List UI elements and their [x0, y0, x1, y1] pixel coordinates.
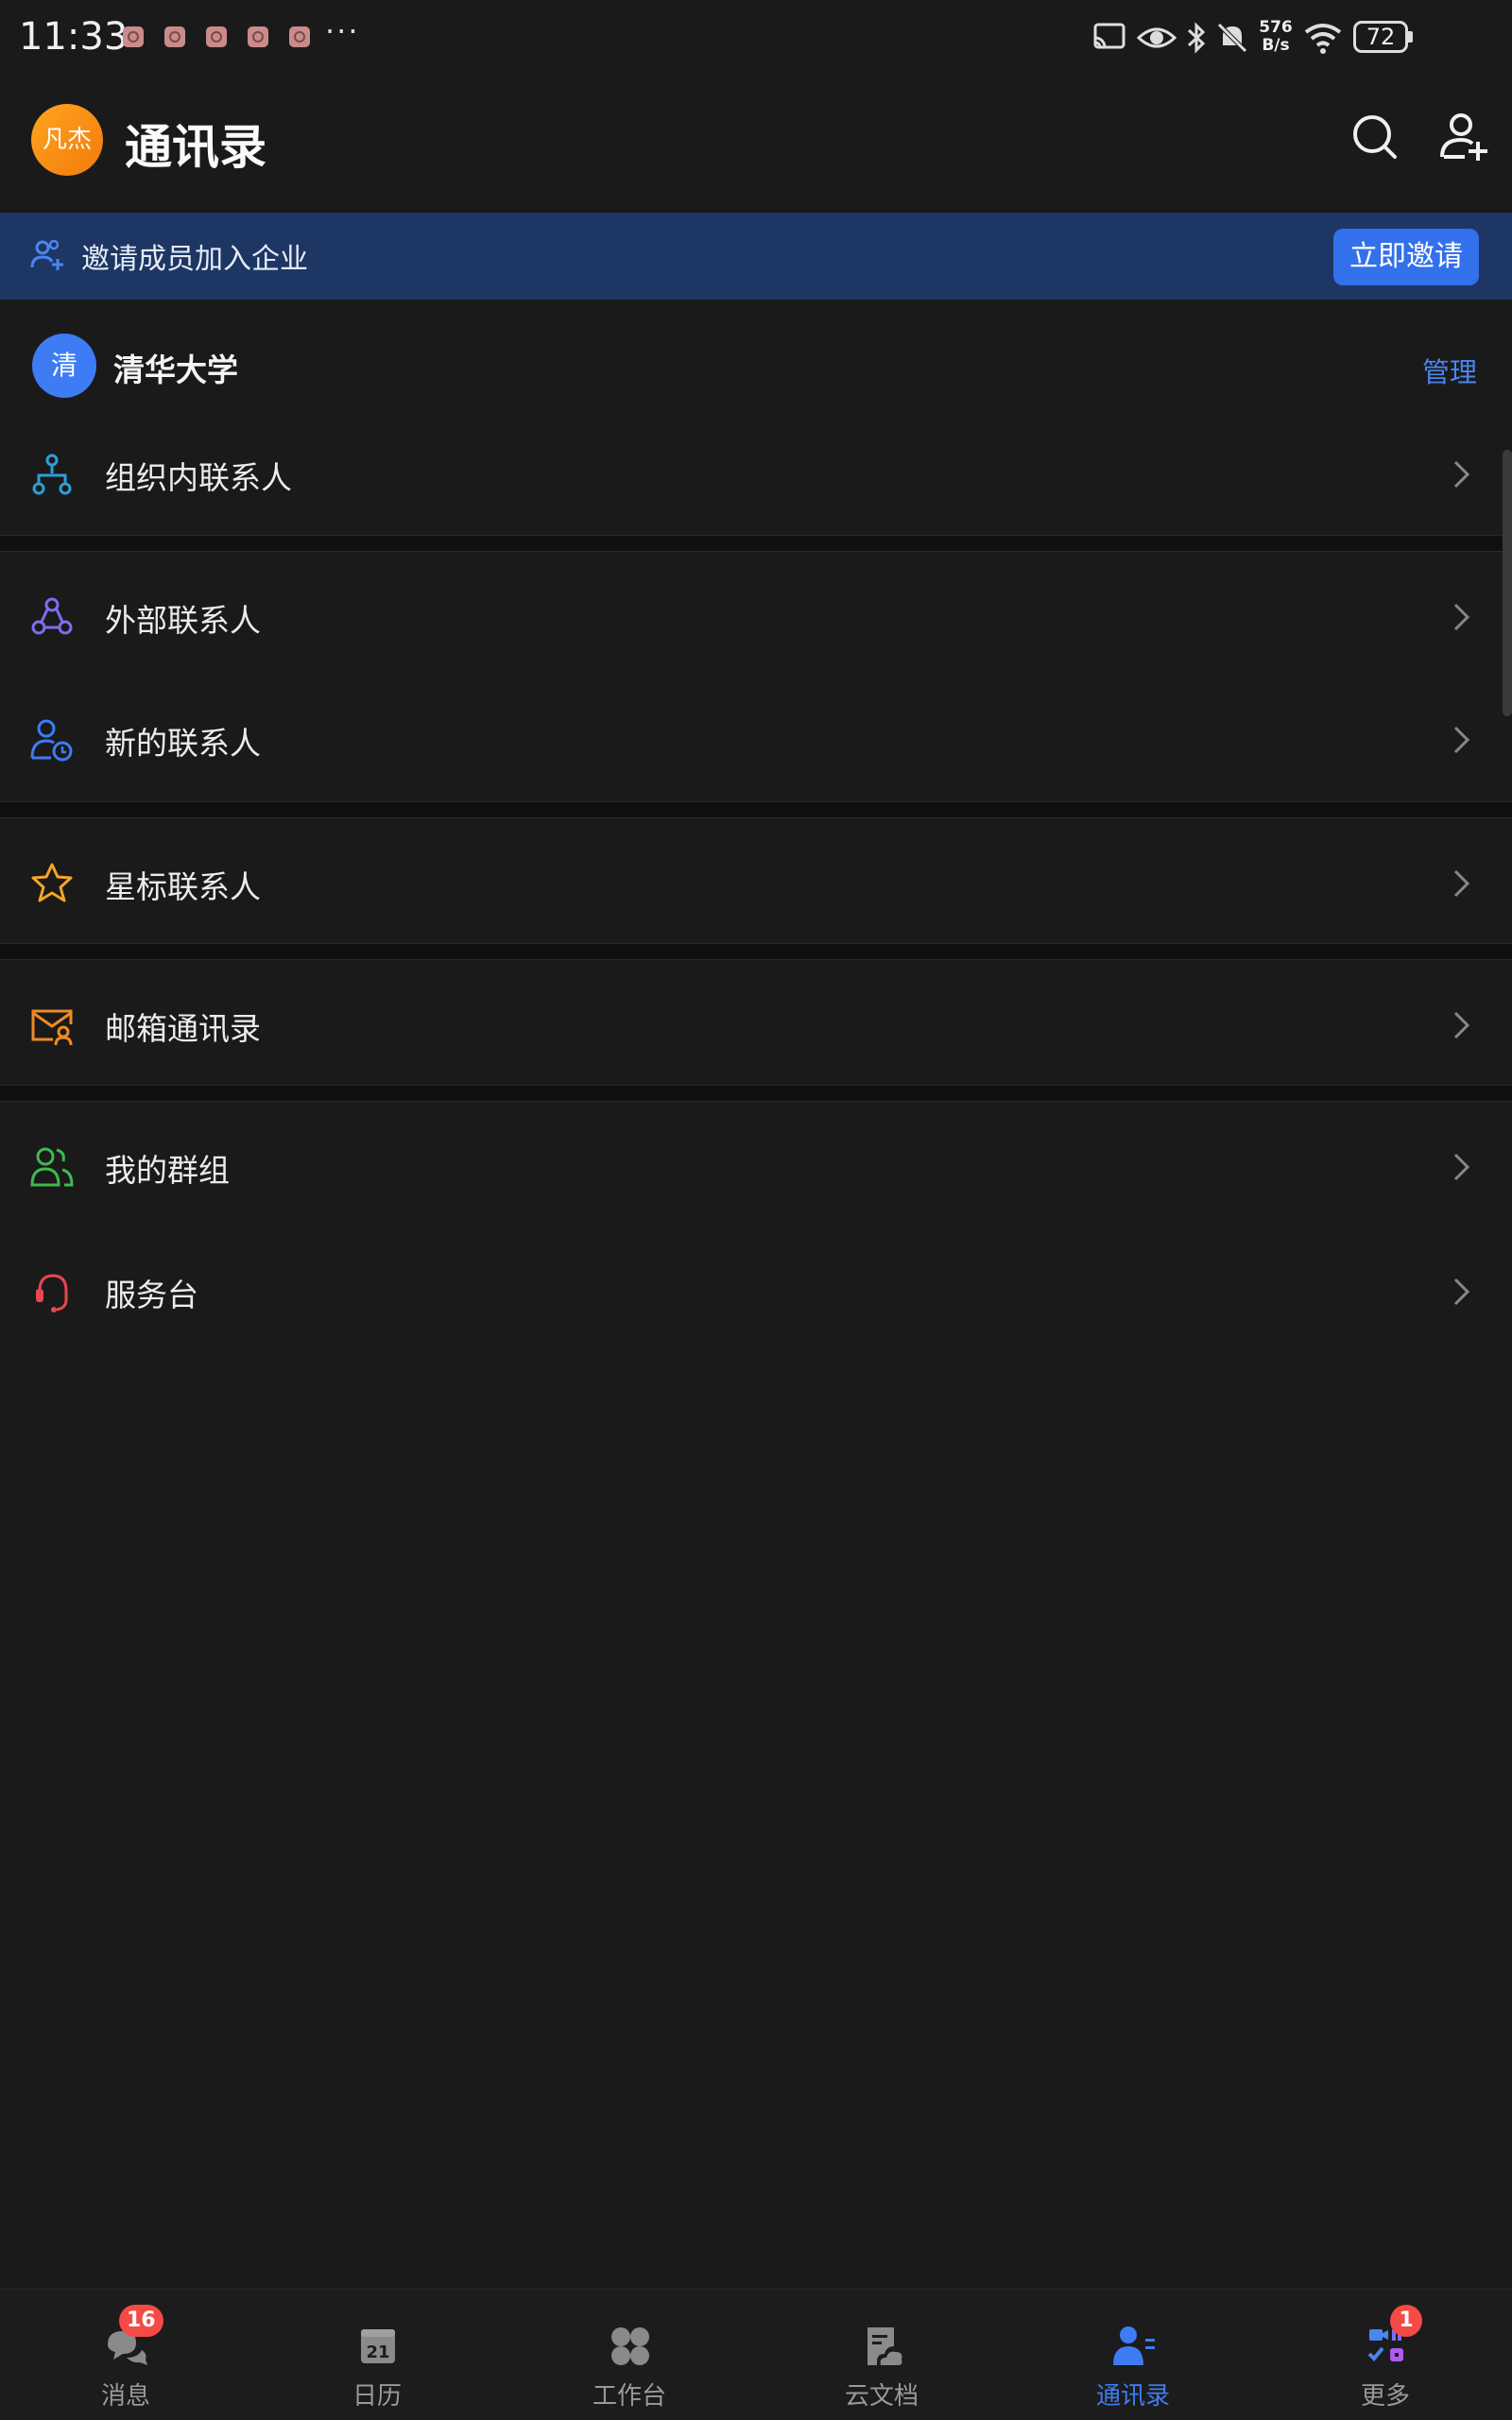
invite-banner[interactable]: 邀请成员加入企业 立即邀请	[0, 213, 1512, 300]
list-item-service-desk[interactable]: 服务台	[0, 1228, 1512, 1351]
notification-icon	[206, 26, 227, 47]
battery-tip	[1408, 31, 1413, 43]
chevron-right-icon	[1453, 1278, 1470, 1306]
app-header: 凡杰 通讯录	[0, 76, 1512, 213]
org-avatar: 清	[32, 334, 96, 398]
chevron-right-icon	[1453, 603, 1470, 631]
tab-calendar[interactable]: 21 日历	[251, 2290, 503, 2420]
org-tree-icon	[32, 454, 72, 495]
chevron-right-icon	[1453, 1011, 1470, 1039]
tab-label: 工作台	[592, 2382, 666, 2411]
section-divider	[0, 943, 1512, 960]
workplace-icon	[611, 2327, 649, 2365]
list-item-mail-contacts[interactable]: 邮箱通讯录	[0, 962, 1512, 1085]
section-divider	[0, 1085, 1512, 1102]
list-item-external-contacts[interactable]: 外部联系人	[0, 554, 1512, 677]
new-contact-icon	[30, 719, 73, 762]
star-icon	[31, 863, 73, 902]
group-icon	[30, 1147, 74, 1187]
mail-contact-icon	[31, 1009, 73, 1046]
invite-text: 邀请成员加入企业	[81, 243, 308, 276]
list-item-label: 邮箱通讯录	[105, 1010, 261, 1047]
tab-label: 日历	[352, 2382, 402, 2411]
unread-badge: 1	[1390, 2305, 1422, 2337]
invite-members-icon	[30, 239, 63, 270]
tab-label: 更多	[1360, 2382, 1410, 2411]
tab-docs[interactable]: 云文档	[756, 2290, 1007, 2420]
list-item-label: 组织内联系人	[105, 459, 292, 496]
tab-messages[interactable]: 消息 16	[0, 2290, 251, 2420]
unread-badge: 16	[119, 2305, 163, 2337]
scrollbar[interactable]	[1503, 450, 1512, 716]
wifi-icon	[1304, 24, 1342, 54]
docs-icon	[868, 2327, 902, 2365]
list-item-org-contacts[interactable]: 组织内联系人	[0, 411, 1512, 534]
org-name: 清华大学	[113, 352, 238, 388]
chevron-right-icon	[1453, 869, 1470, 898]
contacts-icon	[1113, 2326, 1155, 2365]
status-time: 11:33	[19, 15, 129, 59]
section-divider	[0, 535, 1512, 552]
chevron-right-icon	[1453, 726, 1470, 754]
list-item-starred-contacts[interactable]: 星标联系人	[0, 820, 1512, 943]
eye-icon	[1137, 27, 1177, 48]
manage-link[interactable]: 管理	[1422, 351, 1477, 390]
list-item-new-contacts[interactable]: 新的联系人	[0, 677, 1512, 799]
headset-icon	[36, 1274, 68, 1313]
more-notifications-icon: ···	[325, 13, 360, 49]
page-title: 通讯录	[125, 120, 266, 175]
list-item-label: 外部联系人	[105, 602, 261, 639]
bottom-tab-bar: 消息 16 21 日历 工作台 云文档 通讯录 更多 1	[0, 2289, 1512, 2420]
notification-icon	[248, 26, 268, 47]
chevron-right-icon	[1453, 460, 1470, 489]
tab-contacts[interactable]: 通讯录	[1007, 2290, 1259, 2420]
invite-now-button[interactable]: 立即邀请	[1333, 229, 1479, 285]
search-icon[interactable]	[1348, 110, 1404, 166]
svg-text:21: 21	[366, 2343, 389, 2362]
tab-label: 消息	[100, 2382, 150, 2411]
list-item-label: 星标联系人	[105, 868, 261, 905]
section-divider	[0, 801, 1512, 818]
mute-icon	[1217, 23, 1247, 53]
external-contacts-icon	[31, 597, 73, 635]
notification-icon	[164, 26, 185, 47]
list-item-label: 服务台	[105, 1277, 198, 1313]
battery-indicator: 72	[1353, 21, 1408, 53]
tab-label: 云文档	[844, 2382, 919, 2411]
notification-icon	[123, 26, 144, 47]
organization-header: 清 清华大学 管理	[0, 300, 1512, 418]
list-item-label: 新的联系人	[105, 725, 261, 762]
tab-workplace[interactable]: 工作台	[504, 2290, 755, 2420]
tab-more[interactable]: 更多 1	[1260, 2290, 1511, 2420]
list-item-label: 我的群组	[105, 1152, 230, 1189]
net-speed: 576 B/s	[1259, 18, 1293, 55]
chevron-right-icon	[1453, 1153, 1470, 1181]
tab-label: 通讯录	[1095, 2382, 1170, 2411]
list-item-my-groups[interactable]: 我的群组	[0, 1104, 1512, 1227]
cast-icon	[1093, 23, 1125, 49]
add-contact-icon[interactable]	[1436, 110, 1493, 166]
status-bar: 11:33 ··· 576 B/s 72	[0, 0, 1512, 76]
bluetooth-icon	[1187, 22, 1206, 54]
notification-icon	[289, 26, 310, 47]
calendar-icon: 21	[361, 2329, 395, 2363]
user-avatar[interactable]: 凡杰	[31, 104, 103, 176]
